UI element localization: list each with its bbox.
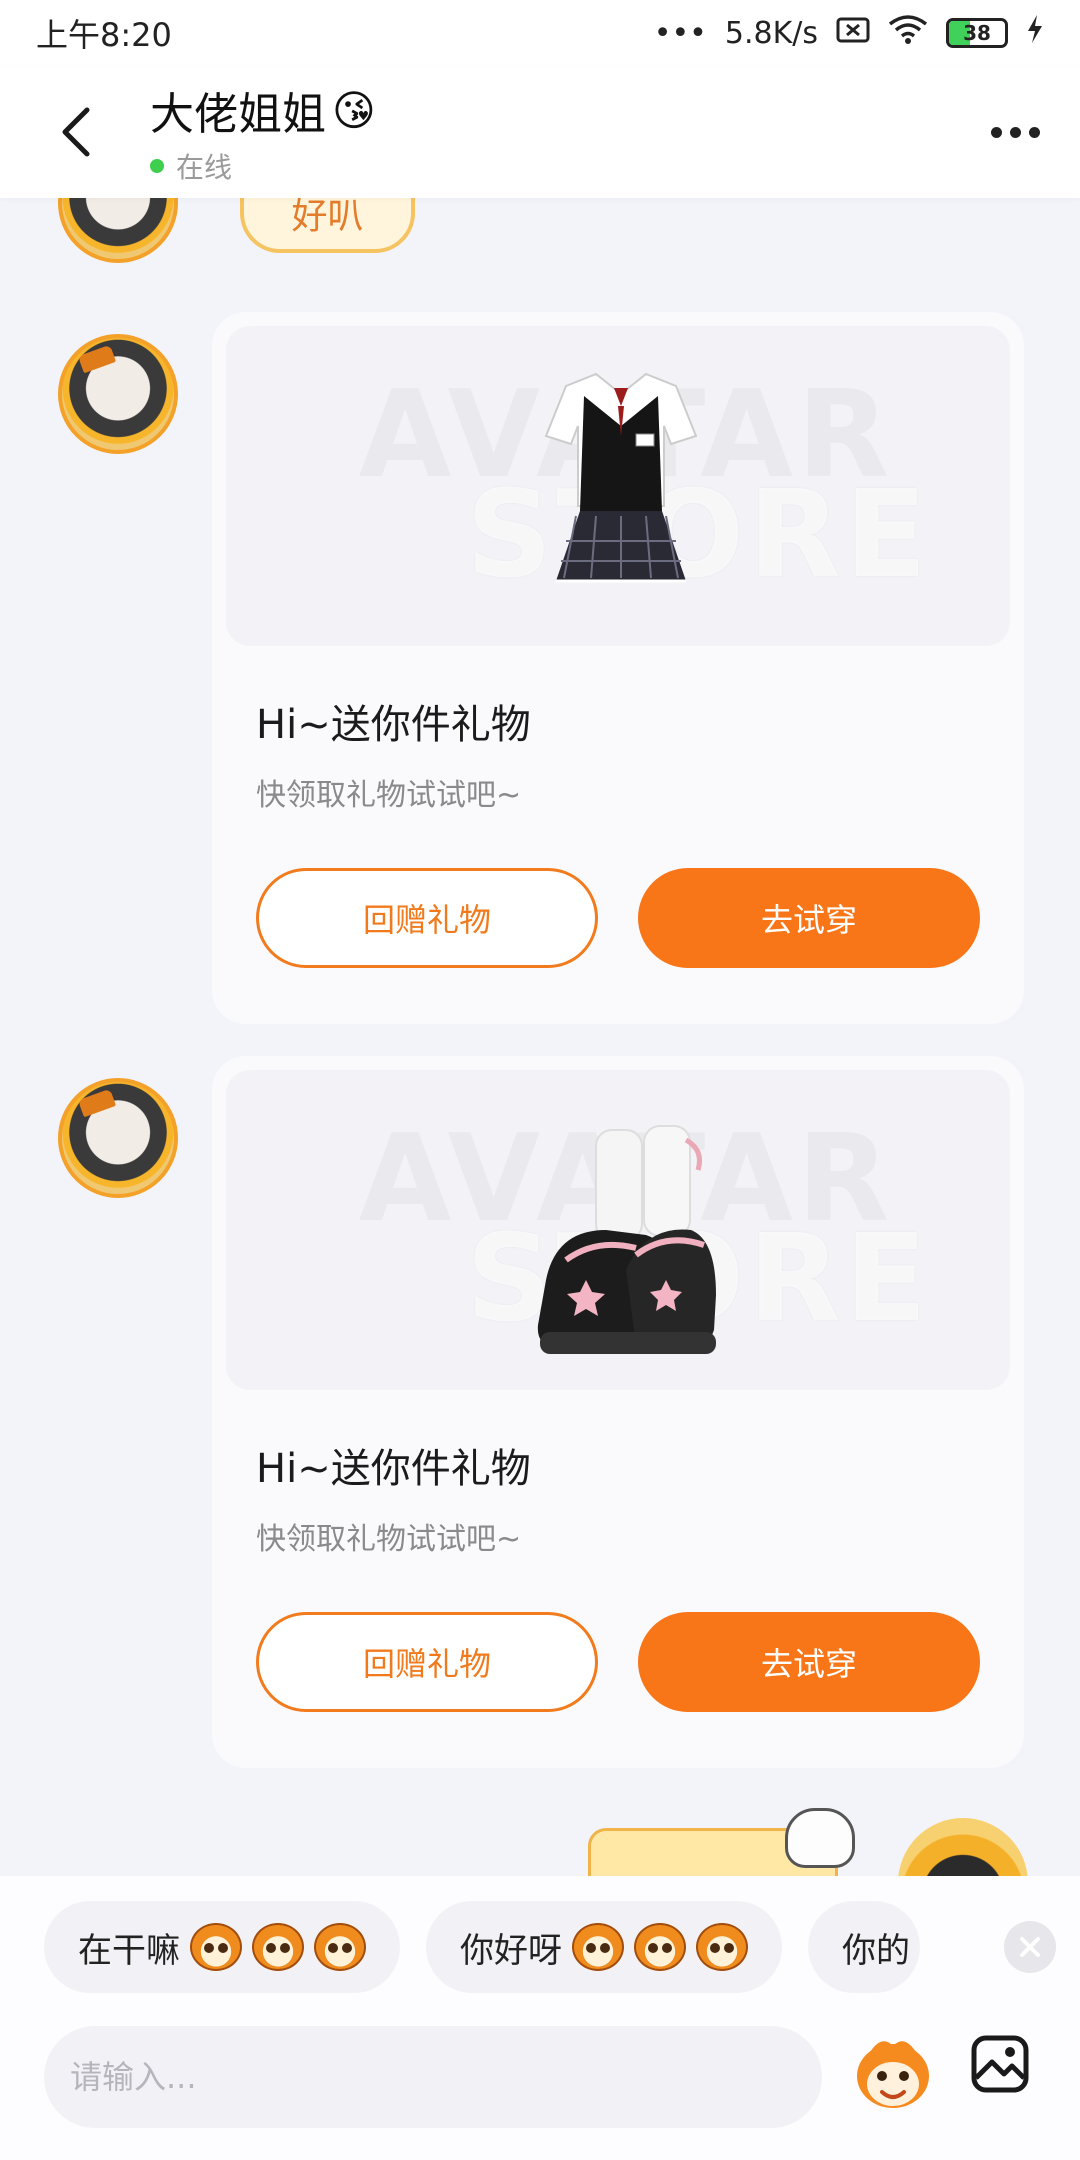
network-speed: 5.8K/s	[724, 15, 818, 51]
monkey-face-icon	[572, 1923, 624, 1971]
wifi-icon	[888, 14, 928, 52]
quick-reply-text: 你好呀	[460, 1930, 562, 1971]
gift-subtitle: 快领取礼物试试吧~	[256, 1522, 522, 1557]
battery-icon: 38	[946, 18, 1008, 48]
more-dot-icon	[1009, 126, 1021, 138]
online-status-label: 在线	[176, 151, 233, 184]
message-input[interactable]	[44, 2026, 822, 2128]
gift-card: AVATAR STORE Hi~送你件礼物 快领取礼	[212, 312, 1024, 1024]
monkey-face-icon	[696, 1923, 748, 1971]
quick-reply-text: 在干嘛	[78, 1930, 180, 1971]
input-bar	[0, 2018, 1080, 2160]
gift-card: AVATAR STORE Hi~送你件礼物 快领取礼物试试吧~ 回赠礼物 去试穿	[212, 1056, 1024, 1768]
close-icon	[1020, 1937, 1040, 1957]
gift-title: Hi~送你件礼物	[256, 1446, 531, 1492]
more-dot-icon	[990, 126, 1002, 138]
monkey-face-icon	[190, 1923, 242, 1971]
more-dot-icon	[1028, 126, 1040, 138]
online-dot-icon	[150, 159, 164, 173]
chat-header: 大佬姐姐 😘 在线	[0, 66, 1080, 198]
status-bar: 上午8:20 ••• 5.8K/s 38	[0, 0, 1080, 66]
contact-avatar[interactable]	[58, 1078, 178, 1198]
battery-level: 38	[963, 21, 991, 45]
quick-reply-chip[interactable]: 你的	[808, 1901, 920, 1993]
try-on-button[interactable]: 去试穿	[638, 1612, 980, 1712]
sticker-text: 好叭	[291, 198, 364, 237]
close-quick-replies-button[interactable]	[1004, 1921, 1056, 1973]
quick-reply-chip[interactable]: 在干嘛	[44, 1901, 400, 1993]
contact-name-row: 大佬姐姐 😘	[150, 78, 950, 142]
kiss-emoji-icon: 😘	[332, 85, 376, 135]
gift-image[interactable]: AVATAR STORE	[226, 326, 1010, 646]
contact-name: 大佬姐姐	[150, 89, 326, 140]
contact-info: 大佬姐姐 😘 在线	[150, 78, 950, 186]
back-button[interactable]	[0, 66, 150, 198]
chat-message-list[interactable]: 好叭 AVATAR STORE	[0, 198, 1080, 1876]
gift-subtitle: 快领取礼物试试吧~	[256, 778, 522, 813]
more-options-button[interactable]	[950, 66, 1080, 198]
return-gift-button[interactable]: 回赠礼物	[256, 1612, 598, 1712]
school-uniform-image	[544, 372, 698, 583]
contact-avatar[interactable]	[58, 198, 178, 263]
platform-shoes-image	[537, 1125, 716, 1354]
sim-off-icon	[836, 16, 870, 51]
monkey-face-icon	[314, 1923, 366, 1971]
return-gift-button[interactable]: 回赠礼物	[256, 868, 598, 968]
contact-avatar[interactable]	[58, 334, 178, 454]
quick-reply-text: 你的	[842, 1930, 910, 1971]
sticker-bubble[interactable]: 好叭	[240, 198, 415, 253]
cat-sticker-icon	[785, 1808, 855, 1868]
monkey-face-icon	[634, 1923, 686, 1971]
try-on-button[interactable]: 去试穿	[638, 868, 980, 968]
charging-icon	[1026, 14, 1044, 52]
monkey-emoji-icon	[857, 2041, 929, 2108]
status-time: 上午8:20	[36, 16, 172, 54]
quick-reply-bar: 在干嘛 你好呀 你的	[0, 1876, 1080, 2018]
image-icon	[971, 2035, 1029, 2093]
image-picker-button[interactable]	[968, 2032, 1032, 2096]
signal-dots-icon: •••	[653, 15, 707, 51]
monkey-face-icon	[252, 1923, 304, 1971]
chevron-left-icon	[62, 107, 90, 157]
emoji-button[interactable]	[852, 2022, 934, 2122]
status-icons: ••• 5.8K/s 38	[654, 14, 1044, 52]
my-avatar[interactable]	[898, 1818, 1028, 1876]
gift-image[interactable]: AVATAR STORE	[226, 1070, 1010, 1390]
gift-title: Hi~送你件礼物	[256, 702, 531, 748]
online-status: 在线	[150, 146, 950, 186]
quick-reply-chip[interactable]: 你好呀	[426, 1901, 782, 1993]
